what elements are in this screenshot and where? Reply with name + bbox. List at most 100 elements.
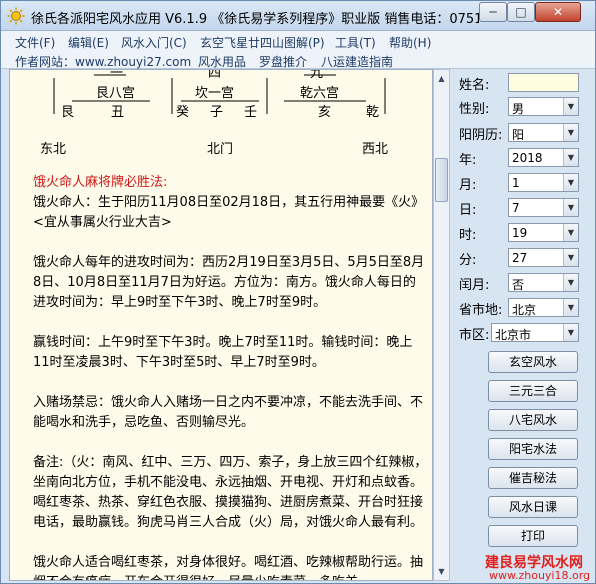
article-heading: 饿火命人麻将牌必胜法:: [33, 175, 168, 190]
minute-label: 分:: [459, 253, 477, 268]
mountain-ren: 壬: [244, 105, 258, 120]
direction-north-gate: 北门: [207, 142, 234, 157]
chevron-down-icon: ▼: [563, 149, 578, 166]
calendar-label: 阳阴历:: [459, 128, 503, 143]
province-select[interactable]: 北京 ▼: [508, 298, 579, 317]
district-value: 北京市: [495, 328, 532, 342]
day-label: 日:: [459, 203, 477, 218]
compass-mark-1: 一: [110, 69, 124, 81]
scroll-up-arrow-icon[interactable]: ▲: [435, 71, 448, 86]
article-paragraph: 饿火命人：生于阳历11月08日至02月18日，其五行用神最要《火》<宜从事属火行…: [33, 195, 425, 230]
article-paragraph: 饿火命人适合喝红枣茶，对身体很好。喝红酒、吃辣椒帮助行运。抽烟不会有癌症。开车会…: [33, 555, 424, 580]
watermark-url: www.zhouyi18.org: [489, 569, 591, 582]
year-value: 2018: [512, 151, 543, 165]
minute-value: 27: [512, 251, 528, 265]
scroll-thumb[interactable]: [435, 158, 448, 202]
gender-label: 性别:: [459, 102, 490, 117]
fengshui-calendar-button[interactable]: 风水日课: [488, 496, 578, 518]
chevron-down-icon: ▼: [563, 249, 578, 266]
menu-fengshui-intro[interactable]: 风水入门(C): [121, 34, 187, 51]
hour-label: 时:: [459, 228, 477, 243]
mountain-hai: 亥: [318, 105, 332, 120]
birth-info-panel: 姓名: 性别: 男 ▼ 阳阴历: 阳 ▼ 年: 2018 ▼ 月: 1 ▼ 日:…: [453, 69, 593, 581]
mountain-gen: 艮: [61, 105, 75, 120]
day-value: 7: [512, 201, 520, 215]
year-select[interactable]: 2018 ▼: [508, 148, 579, 167]
content-pane[interactable]: 一 四 九 艮八宫 坎一宫 乾六宫 艮 丑 癸 子 壬 亥 乾 东北 北门 西北…: [9, 69, 433, 581]
calendar-value: 阳: [512, 128, 525, 142]
period-eight-guide-link[interactable]: 八运建造指南: [321, 53, 393, 70]
compass-mark-9: 九: [310, 69, 324, 81]
chevron-down-icon: ▼: [563, 98, 578, 115]
leap-month-label: 闰月:: [459, 278, 490, 293]
mountain-chou: 丑: [111, 105, 125, 120]
chevron-down-icon: ▼: [563, 299, 578, 316]
site-watermark: 建良易学风水网 www.zhouyi18.org: [479, 552, 595, 583]
mountain-zi: 子: [210, 105, 224, 120]
chevron-down-icon: ▼: [563, 199, 578, 216]
auspicious-secret-button[interactable]: 催吉秘法: [488, 467, 578, 489]
chevron-down-icon: ▼: [563, 324, 578, 341]
direction-northwest: 西北: [362, 142, 389, 157]
calendar-select[interactable]: 阳 ▼: [508, 123, 579, 142]
app-window: 徐氏各派阳宅风水应用 V6.1.9 《徐氏易学系列程序》职业版 销售电话：075…: [0, 0, 596, 584]
hour-select[interactable]: 19 ▼: [508, 223, 579, 242]
menu-bar: 文件(F) 编辑(E) 风水入门(C) 玄空飞星廿四山图解(P) 工具(T) 帮…: [1, 31, 595, 51]
month-select[interactable]: 1 ▼: [508, 173, 579, 192]
name-label: 姓名:: [459, 78, 490, 93]
yangzhai-water-button[interactable]: 阳宅水法: [488, 438, 578, 460]
mountain-qian: 乾: [366, 105, 380, 120]
sanyuan-sanhe-button[interactable]: 三元三合: [488, 380, 578, 402]
xuankong-fengshui-button[interactable]: 玄空风水: [488, 351, 578, 373]
district-label: 市区:: [459, 328, 490, 343]
district-select[interactable]: 北京市 ▼: [491, 323, 579, 342]
close-button[interactable]: ✕: [535, 2, 581, 22]
content-scrollbar[interactable]: ▲ ▼: [433, 69, 450, 581]
menu-xuankong-diagram[interactable]: 玄空飞星廿四山图解(P): [200, 34, 325, 51]
minimize-button[interactable]: ─: [479, 2, 507, 22]
menu-file[interactable]: 文件(F): [15, 34, 55, 51]
link-bar: 作者网站：www.zhouyi27.com 风水用品 罗盘推介 八运建造指南: [1, 51, 595, 69]
year-label: 年:: [459, 153, 477, 168]
province-value: 北京: [512, 303, 537, 317]
palace-gen-eight: 艮八宫: [96, 86, 136, 101]
title-bar: 徐氏各派阳宅风水应用 V6.1.9 《徐氏易学系列程序》职业版 销售电话：075…: [1, 1, 595, 31]
palace-qian-six: 乾六宫: [300, 86, 340, 101]
chevron-down-icon: ▼: [563, 124, 578, 141]
chevron-down-icon: ▼: [563, 274, 578, 291]
leap-month-select[interactable]: 否 ▼: [508, 273, 579, 292]
name-input[interactable]: [508, 73, 579, 92]
gender-value: 男: [512, 102, 525, 116]
fengshui-products-link[interactable]: 风水用品: [198, 53, 246, 70]
month-label: 月:: [459, 178, 477, 193]
day-select[interactable]: 7 ▼: [508, 198, 579, 217]
menu-help[interactable]: 帮助(H): [389, 34, 431, 51]
author-website-link[interactable]: 作者网站：www.zhouyi27.com: [15, 53, 191, 70]
palace-kan-one: 坎一宫: [195, 86, 235, 101]
sun-app-icon: [7, 7, 25, 25]
article-paragraph: 入赌场禁忌：饿火命人入赌场一日之内不要冲凉，不能去洗手间、不能喝水和洗手，忌吃鱼…: [33, 395, 424, 430]
menu-tools[interactable]: 工具(T): [335, 34, 376, 51]
leap-month-value: 否: [512, 278, 525, 292]
article-text: 饿火命人麻将牌必胜法: 饿火命人：生于阳历11月08日至02月18日，其五行用神…: [33, 173, 428, 580]
article-paragraph: 赢钱时间：上午9时至下午3时。晚上7时至11时。输钱时间：晚上11时至凌晨3时、…: [33, 335, 413, 370]
hour-value: 19: [512, 226, 528, 240]
chevron-down-icon: ▼: [563, 224, 578, 241]
compass-recommend-link[interactable]: 罗盘推介: [259, 53, 307, 70]
scroll-down-arrow-icon[interactable]: ▼: [435, 564, 448, 579]
print-button[interactable]: 打印: [488, 525, 578, 547]
minute-select[interactable]: 27 ▼: [508, 248, 579, 267]
mountain-gui: 癸: [176, 105, 190, 120]
menu-edit[interactable]: 编辑(E): [68, 34, 109, 51]
compass-mark-4: 四: [208, 69, 222, 81]
maximize-button[interactable]: □: [507, 2, 535, 22]
province-label: 省市地:: [459, 303, 503, 318]
chevron-down-icon: ▼: [563, 174, 578, 191]
bazhai-fengshui-button[interactable]: 八宅风水: [488, 409, 578, 431]
article-paragraph: 饿火命人每年的进攻时间为：西历2月19日至3月5日、5月5日至8月8日、10月8…: [33, 255, 425, 310]
window-title: 徐氏各派阳宅风水应用 V6.1.9 《徐氏易学系列程序》职业版 销售电话：075…: [31, 12, 479, 27]
compass-diagram: 一 四 九 艮八宫 坎一宫 乾六宫 艮 丑 癸 子 壬 亥 乾 东北 北门 西北: [10, 70, 432, 160]
article-paragraph: 备注:（火：南风、红中、三万、四万、索子，身上放三四个红辣椒，坐南向北方位，手机…: [33, 455, 428, 530]
direction-northeast: 东北: [40, 142, 67, 157]
gender-select[interactable]: 男 ▼: [508, 97, 579, 116]
